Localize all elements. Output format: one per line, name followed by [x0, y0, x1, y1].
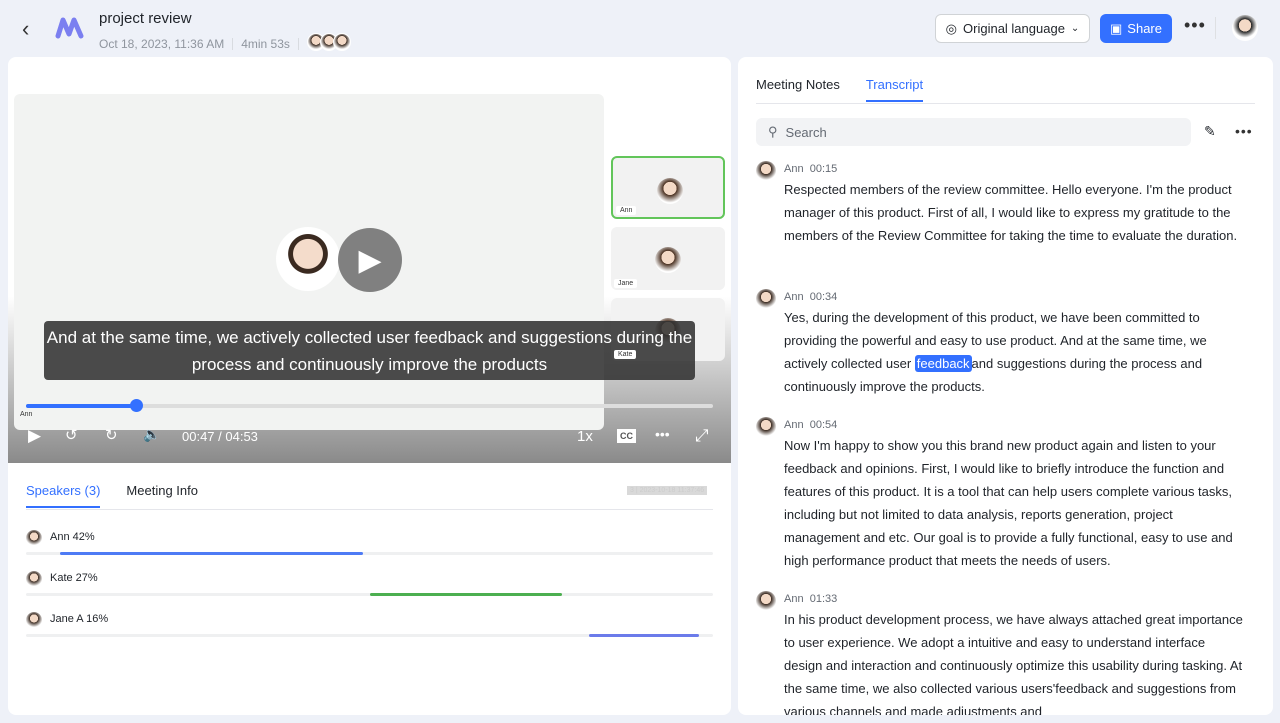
tab-meeting-notes[interactable]: Meeting Notes: [756, 77, 840, 102]
speaker-row[interactable]: Jane A 16%: [26, 612, 713, 648]
progress-fill: [26, 404, 136, 408]
back-icon[interactable]: ‹: [22, 16, 29, 42]
recording-stamp: 3 | 2023-10-18 11:37:46: [627, 486, 707, 495]
speaker-row[interactable]: Ann 42%: [26, 530, 713, 566]
thumbnail-ann[interactable]: Ann: [611, 156, 725, 219]
header: ‹ project review Oct 18, 2023, 11:36 AM …: [0, 0, 1280, 56]
divider: [26, 509, 713, 510]
entry-header: Ann 00:15: [784, 163, 837, 175]
speaker-segment: [60, 552, 362, 555]
left-panel: ▶ Ann Jane Kate And at the same time, we…: [8, 57, 731, 715]
share-button[interactable]: ▣Share: [1100, 14, 1172, 43]
progress-handle[interactable]: [130, 399, 143, 412]
entry-header: Ann 00:34: [784, 291, 837, 303]
video-more-icon[interactable]: •••: [655, 426, 670, 442]
avatar: [26, 612, 42, 628]
edit-icon[interactable]: ✎: [1204, 123, 1216, 140]
entry-text: Now I'm happy to show you this brand new…: [784, 434, 1244, 572]
play-icon[interactable]: ▶: [28, 426, 41, 446]
entry-text: Respected members of the review committe…: [784, 178, 1244, 247]
speaker-tabs: Speakers (3) Meeting Info: [26, 483, 198, 508]
tab-meeting-info[interactable]: Meeting Info: [126, 483, 198, 508]
search-input[interactable]: ⚲Search: [756, 118, 1191, 146]
search-icon: ⚲: [768, 124, 778, 140]
entry-text: In his product development process, we h…: [784, 608, 1244, 715]
user-avatar[interactable]: [1232, 15, 1258, 41]
participant-avatars[interactable]: [312, 33, 351, 54]
forward-15-icon[interactable]: ↻: [105, 426, 118, 444]
globe-icon: ◎: [946, 21, 957, 37]
share-icon: ▣: [1110, 21, 1122, 37]
volume-icon[interactable]: 🔈: [143, 426, 160, 443]
divider: [756, 103, 1255, 104]
entry-header: Ann 01:33: [784, 593, 837, 605]
transcript-more-icon[interactable]: •••: [1235, 123, 1253, 139]
speaker-row[interactable]: Kate 27%: [26, 571, 713, 607]
cc-button[interactable]: CC: [617, 429, 636, 443]
rewind-15-icon[interactable]: ↺: [65, 426, 78, 444]
video-player[interactable]: ▶ Ann Jane Kate And at the same time, we…: [8, 93, 731, 463]
entry-header: Ann 00:54: [784, 419, 837, 431]
more-icon[interactable]: •••: [1184, 15, 1206, 36]
meeting-date: Oct 18, 2023, 11:36 AM: [99, 37, 224, 51]
language-select[interactable]: ◎Original language⌄: [935, 14, 1090, 43]
tab-speakers[interactable]: Speakers (3): [26, 483, 100, 508]
entry-text: Yes, during the development of this prod…: [784, 306, 1244, 398]
right-panel: Meeting Notes Transcript ⚲Search ✎ ••• A…: [738, 57, 1273, 715]
avatar: [756, 161, 776, 181]
subtitle-caption: And at the same time, we actively collec…: [44, 321, 695, 380]
avatar: [26, 571, 42, 587]
speed-button[interactable]: 1x: [577, 428, 593, 445]
avatar: [756, 289, 776, 309]
avatar: [756, 417, 776, 437]
speaker-marker: Ann: [20, 411, 32, 418]
meeting-meta: Oct 18, 2023, 11:36 AM 4min 53s: [99, 33, 351, 54]
play-overlay-button[interactable]: ▶: [338, 228, 402, 292]
speaker-segment: [589, 634, 699, 637]
search-highlight: feedback: [915, 355, 972, 372]
avatar: [26, 530, 42, 546]
thumbnail-jane[interactable]: Jane: [611, 227, 725, 290]
tab-transcript[interactable]: Transcript: [866, 77, 923, 102]
avatar: [756, 591, 776, 611]
divider: [1215, 17, 1216, 39]
meeting-title: project review: [99, 10, 192, 27]
chevron-down-icon: ⌄: [1071, 23, 1079, 34]
fullscreen-icon[interactable]: ⤢: [695, 426, 709, 446]
time-display: 00:47 / 04:53: [182, 429, 258, 444]
app-logo: [55, 16, 85, 45]
speaker-avatar: [276, 227, 340, 291]
transcript-tabs: Meeting Notes Transcript: [756, 77, 923, 102]
meeting-duration: 4min 53s: [241, 37, 290, 51]
speaker-segment: [370, 593, 562, 596]
